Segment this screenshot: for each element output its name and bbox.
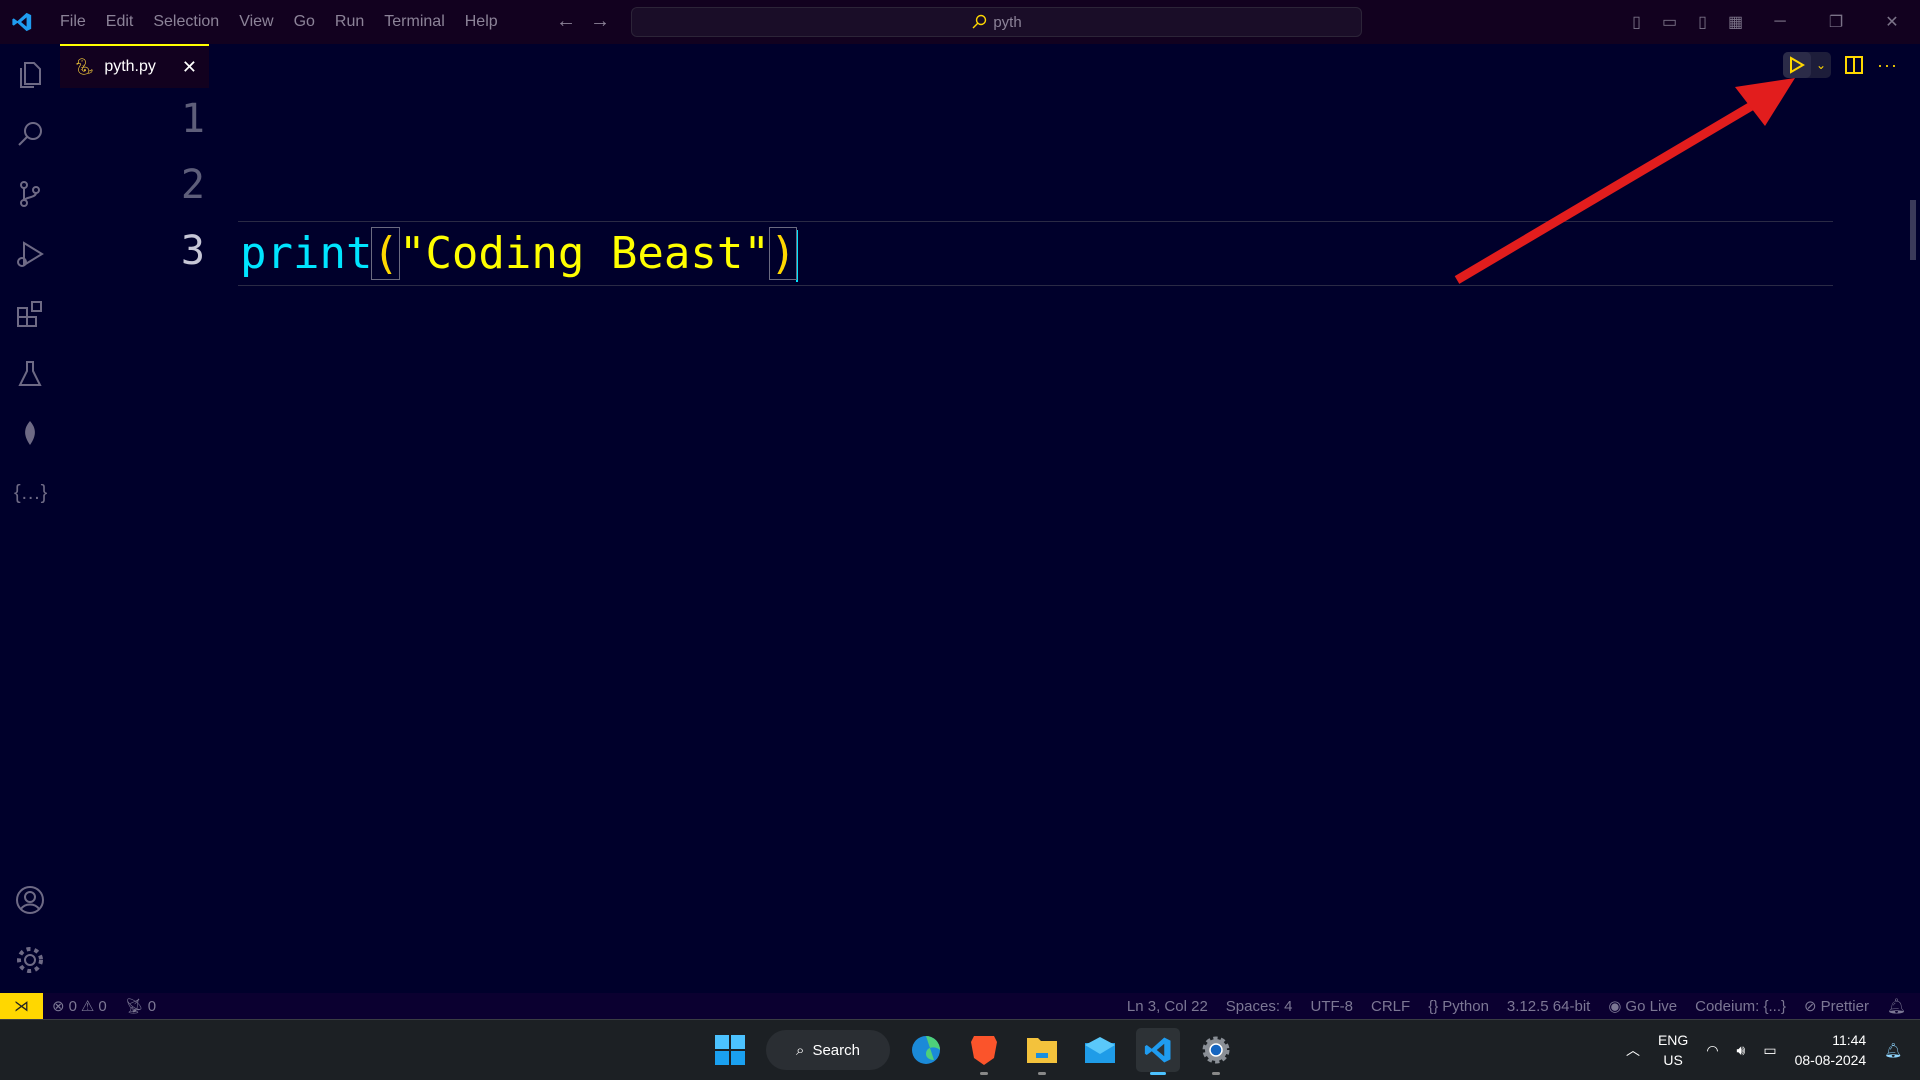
go-live-button[interactable]: ◉ Go Live: [1599, 997, 1686, 1016]
language-mode[interactable]: {} Python: [1419, 998, 1498, 1015]
volume-icon[interactable]: 🔊︎: [1737, 1042, 1746, 1059]
braces-icon: {}: [1428, 997, 1439, 1015]
status-bar: ⋊ ⊗ 0 ⚠ 0 📡︎ 0 Ln 3, Col 22 Spaces: 4 UTF-8…: [0, 993, 1920, 1019]
vscode-taskbar-icon[interactable]: [1136, 1028, 1180, 1075]
edge-browser-icon[interactable]: [904, 1028, 948, 1072]
problems-indicator[interactable]: ⊗ 0 ⚠ 0: [43, 997, 116, 1016]
notifications-bell-icon[interactable]: 🔔︎: [1878, 997, 1920, 1015]
start-button[interactable]: [708, 1028, 752, 1072]
windows-logo-icon: [715, 1035, 745, 1065]
clock[interactable]: 11:44 08-08-2024: [1795, 1030, 1867, 1070]
indentation[interactable]: Spaces: 4: [1217, 998, 1302, 1015]
ports-indicator[interactable]: 📡︎ 0: [116, 997, 165, 1016]
show-hidden-icons-chevron-icon[interactable]: ︿: [1626, 1040, 1640, 1060]
encoding[interactable]: UTF-8: [1302, 998, 1363, 1015]
end-of-line[interactable]: CRLF: [1362, 998, 1419, 1015]
python-interpreter[interactable]: 3.12.5 64-bit: [1498, 998, 1599, 1015]
taskbar-search[interactable]: ⌕ Search: [766, 1030, 890, 1070]
remote-indicator-icon[interactable]: ⋊: [0, 993, 43, 1019]
windows-taskbar: ⌕ Search ︿ ENG US ◠ 🔊︎ ▭ 11:44 08-08-2024 🔔…: [0, 1019, 1920, 1080]
red-annotation-arrow: [1454, 78, 1795, 284]
battery-icon[interactable]: ▭: [1763, 1042, 1776, 1059]
prohibited-icon: ⊘: [1804, 998, 1817, 1015]
error-icon: ⊗: [52, 998, 65, 1015]
broadcast-icon: ◉: [1608, 998, 1622, 1015]
settings-app-icon[interactable]: [1194, 1028, 1238, 1075]
language-indicator[interactable]: ENG US: [1658, 1030, 1688, 1070]
broadcast-icon: 📡︎: [124, 998, 144, 1015]
mail-icon[interactable]: [1078, 1028, 1122, 1072]
search-icon: ⌕: [796, 1041, 805, 1059]
file-explorer-icon[interactable]: [1020, 1028, 1064, 1075]
wifi-icon[interactable]: ◠: [1706, 1042, 1718, 1059]
cursor-position[interactable]: Ln 3, Col 22: [1118, 998, 1217, 1015]
warning-icon: ⚠: [80, 998, 95, 1015]
prettier-status[interactable]: ⊘ Prettier: [1795, 997, 1878, 1016]
brave-browser-icon[interactable]: [962, 1028, 1006, 1075]
codeium-status[interactable]: Codeium: {...}: [1686, 998, 1795, 1015]
notification-bell-icon[interactable]: 🔔︎: [1884, 1042, 1902, 1059]
